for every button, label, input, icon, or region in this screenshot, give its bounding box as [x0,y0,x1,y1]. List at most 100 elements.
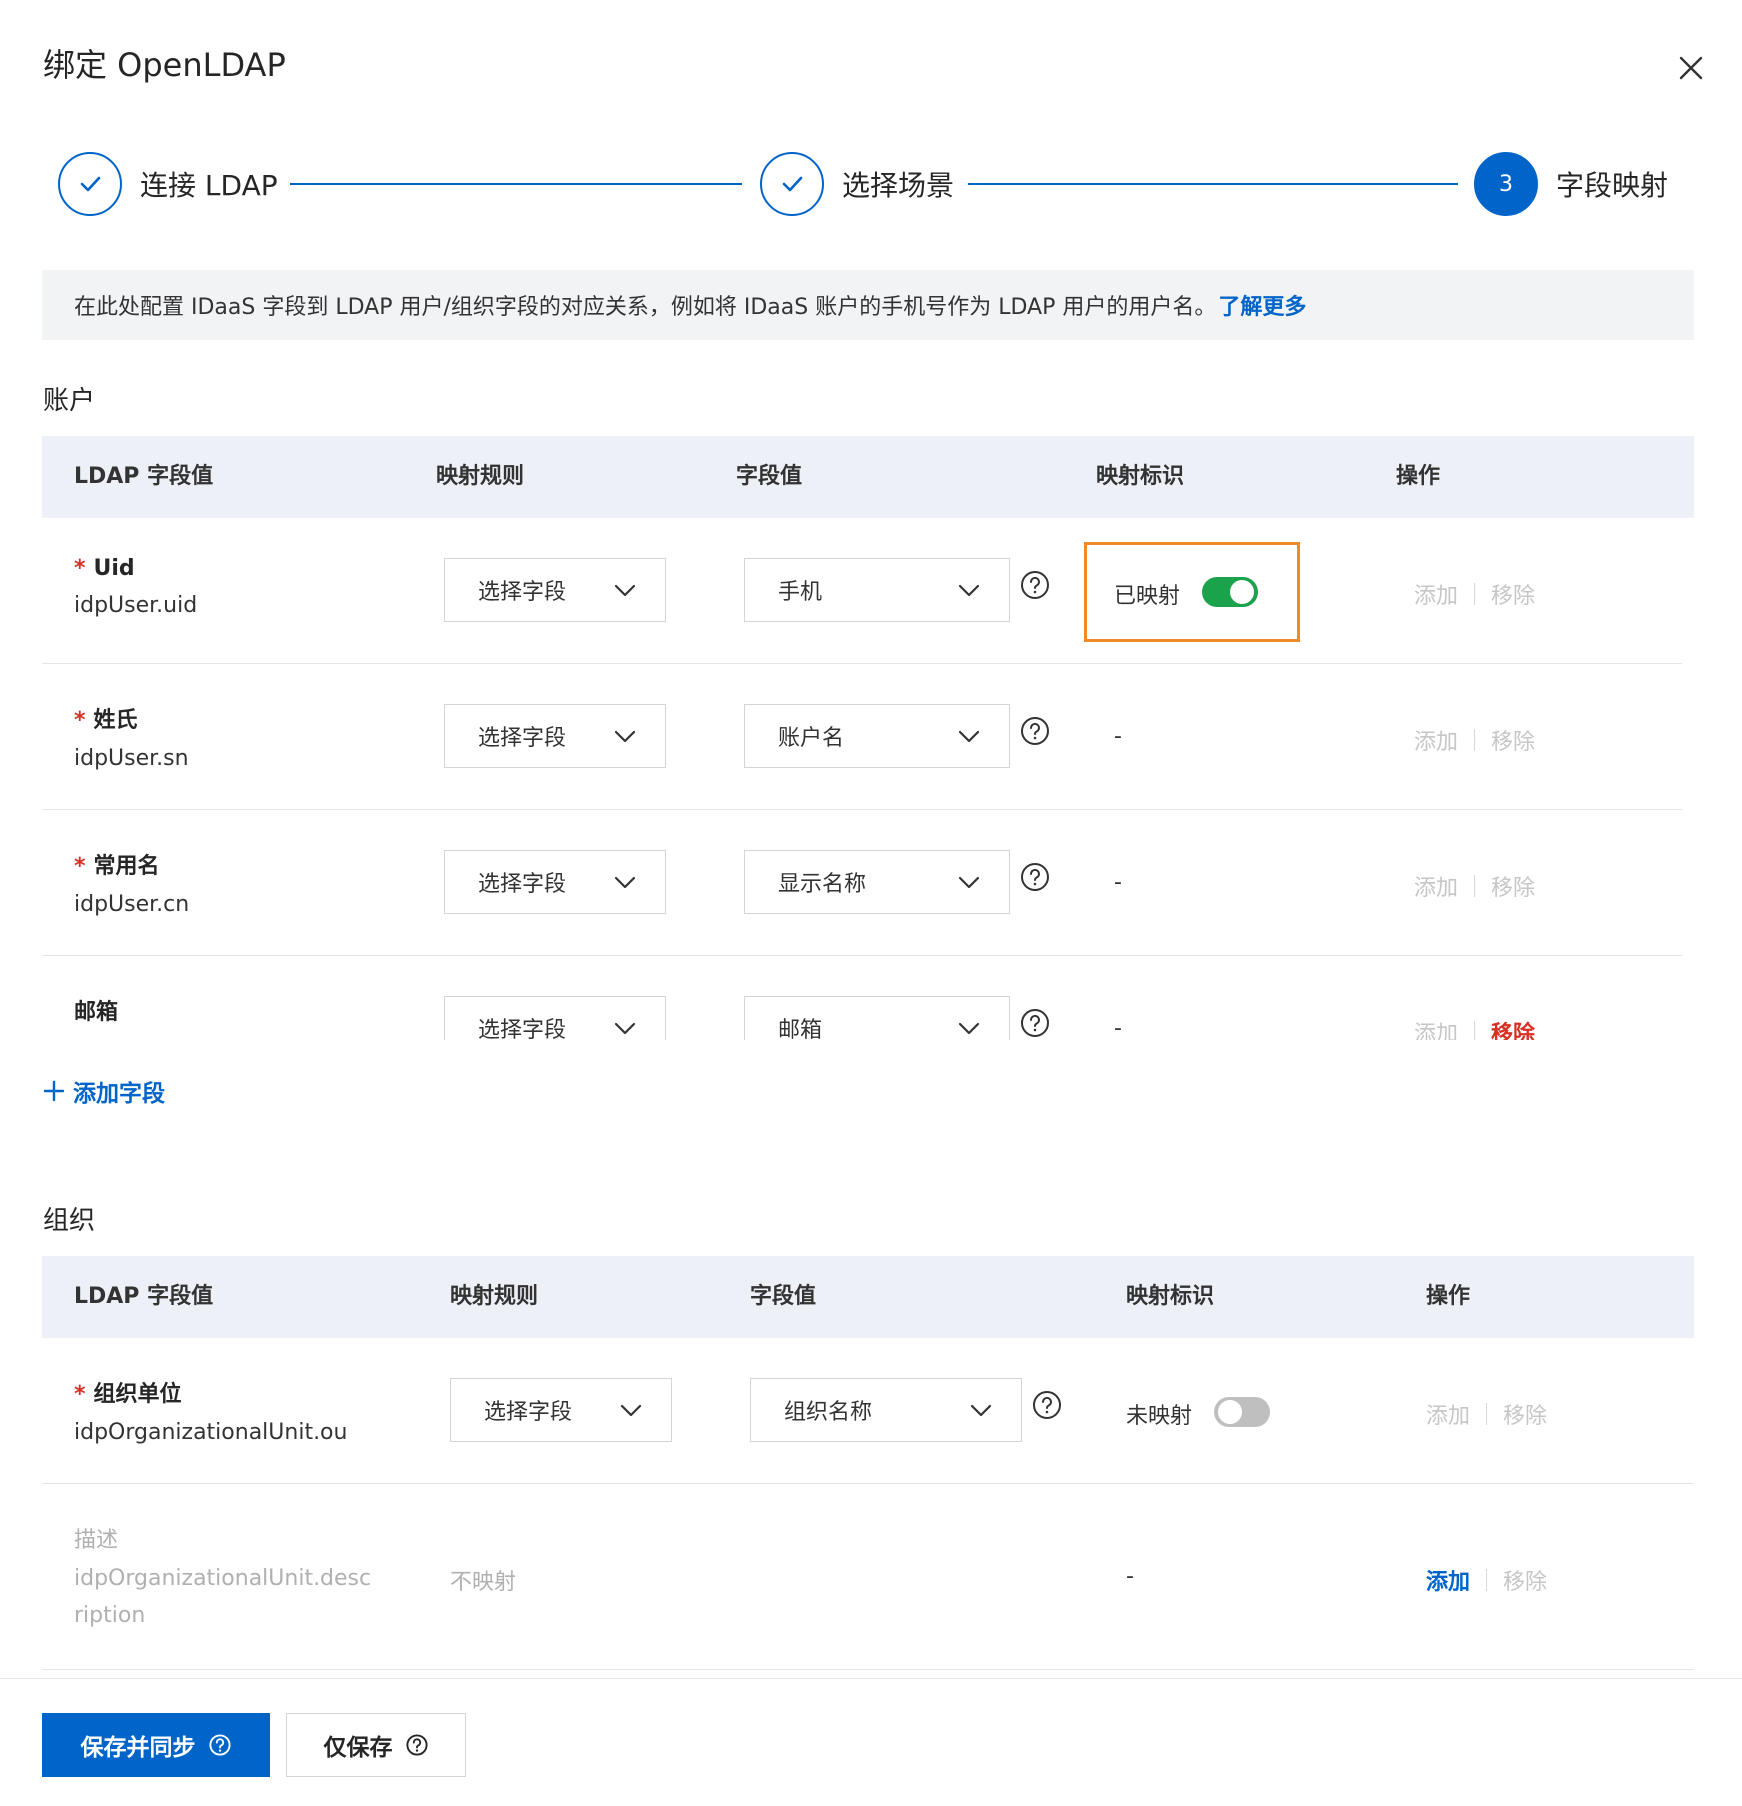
field-name: 描述 [74,1528,119,1553]
step-label: 选择场景 [842,169,955,202]
mapping-flag-text: - [1126,1564,1134,1589]
add-link[interactable]: 添加 [1426,1564,1470,1596]
row-operations: 添加 移除 [1426,1398,1547,1430]
mapping-rule-select[interactable]: 选择字段 [444,996,666,1040]
mapping-rule-select[interactable]: 选择字段 [444,558,666,622]
required-mark: * [74,556,86,581]
account-section-title: 账户 [43,386,96,416]
remove-link[interactable]: 移除 [1503,1564,1547,1596]
col-mapping-flag: 映射标识 [1096,464,1185,489]
org-section-title: 组织 [43,1206,96,1236]
field-key: idpUser.uid [74,593,198,618]
add-link[interactable]: 添加 [1414,1016,1458,1040]
row-operations: 添加 移除 [1414,870,1535,902]
chevron-down-icon [614,730,636,743]
required-mark: * [74,708,86,733]
remove-link[interactable]: 移除 [1491,1016,1535,1040]
mapping-flag-text: - [1114,870,1122,895]
row-operations: 添加 移除 [1426,1564,1547,1596]
chevron-down-icon [958,730,980,743]
mapping-toggle[interactable] [1214,1397,1270,1427]
field-value-select[interactable]: 手机 [744,558,1010,622]
table-row: * 组织单位 idpOrganizationalUnit.ou 选择字段 组织名称… [42,1338,1694,1484]
steps: 连接 LDAP 选择场景 3 字段映射 [58,152,1694,216]
row-operations: 添加 移除 [1414,724,1535,756]
table-row: 描述 idpOrganizationalUnit.desc ription 不映… [42,1484,1694,1670]
col-mapping-rule: 映射规则 [450,1284,539,1309]
learn-more-link[interactable]: 了解更多 [1218,289,1306,321]
question-circle-icon[interactable] [1020,716,1050,746]
mapping-rule-select[interactable]: 选择字段 [444,704,666,768]
field-name: * 姓氏 [74,708,138,733]
mapping-rule-text: 不映射 [450,1570,517,1595]
chevron-down-icon [970,1404,992,1417]
notice-text: 在此处配置 IDaaS 字段到 LDAP 用户/组织字段的对应关系，例如将 ID… [74,295,1217,320]
step-field-mapping: 3 字段映射 [1474,152,1668,216]
dialog-title: 绑定 OpenLDAP [43,46,286,84]
save-and-sync-button[interactable]: 保存并同步 [42,1713,270,1777]
mapping-flag-text: - [1114,1016,1122,1040]
field-key: ription [74,1603,146,1628]
chevron-down-icon [614,876,636,889]
row-operations: 添加 移除 [1414,578,1535,610]
info-notice: 在此处配置 IDaaS 字段到 LDAP 用户/组织字段的对应关系，例如将 ID… [42,270,1694,340]
question-circle-icon[interactable] [1020,862,1050,892]
table-row: * 常用名 idpUser.cn 选择字段 显示名称 - 添加 移除 [42,810,1682,956]
field-name: * 组织单位 [74,1382,182,1407]
check-icon [58,152,122,216]
step-label: 字段映射 [1556,169,1669,202]
question-circle-icon[interactable] [1020,570,1050,600]
save-only-button[interactable]: 仅保存 [286,1713,466,1777]
mapping-rule-select[interactable]: 选择字段 [450,1378,672,1442]
remove-link[interactable]: 移除 [1491,870,1535,902]
plus-icon [43,1080,65,1102]
question-circle-icon [208,1734,231,1756]
field-name: * 常用名 [74,854,160,879]
field-value-select[interactable]: 组织名称 [750,1378,1022,1442]
field-value-select[interactable]: 账户名 [744,704,1010,768]
add-link[interactable]: 添加 [1414,578,1458,610]
field-key: idpUser.sn [74,746,189,771]
col-field-value: 字段值 [750,1284,817,1309]
table-row: * 姓氏 idpUser.sn 选择字段 账户名 - 添加 移除 [42,664,1682,810]
question-circle-icon[interactable] [1032,1390,1062,1420]
add-link[interactable]: 添加 [1414,870,1458,902]
col-operations: 操作 [1396,464,1441,489]
remove-link[interactable]: 移除 [1503,1398,1547,1430]
col-operations: 操作 [1426,1284,1471,1309]
col-mapping-flag: 映射标识 [1126,1284,1215,1309]
question-circle-icon[interactable] [1020,1008,1050,1038]
table-row: * Uid idpUser.uid 选择字段 手机 已映射 添加 移除 [42,518,1682,664]
close-icon[interactable] [1673,50,1709,86]
remove-link[interactable]: 移除 [1491,724,1535,756]
chevron-down-icon [958,584,980,597]
col-ldap-field: LDAP 字段值 [74,1284,214,1309]
step-connector [968,183,1458,185]
required-mark: * [74,1382,86,1407]
col-ldap-field: LDAP 字段值 [74,464,214,489]
field-value-select[interactable]: 显示名称 [744,850,1010,914]
field-name: * Uid [74,556,135,581]
chevron-down-icon [958,1022,980,1035]
step-select-scene: 选择场景 [760,152,954,216]
remove-link[interactable]: 移除 [1491,578,1535,610]
required-mark: * [74,854,86,879]
step-number: 3 [1474,152,1538,216]
add-link[interactable]: 添加 [1426,1398,1470,1430]
chevron-down-icon [614,1022,636,1035]
chevron-down-icon [614,584,636,597]
add-link[interactable]: 添加 [1414,724,1458,756]
col-mapping-rule: 映射规则 [436,464,525,489]
check-icon [760,152,824,216]
mapping-flag-text: - [1114,724,1122,749]
step-label: 连接 LDAP [140,169,278,202]
chevron-down-icon [620,1404,642,1417]
question-circle-icon [405,1734,428,1756]
mapping-rule-select[interactable]: 选择字段 [444,850,666,914]
mapping-toggle[interactable] [1202,577,1258,607]
add-field-button[interactable]: 添加字段 [43,1074,165,1108]
field-value-select[interactable]: 邮箱 [744,996,1010,1040]
chevron-down-icon [958,876,980,889]
step-connect-ldap: 连接 LDAP [58,152,278,216]
field-name: 邮箱 [74,1000,119,1025]
